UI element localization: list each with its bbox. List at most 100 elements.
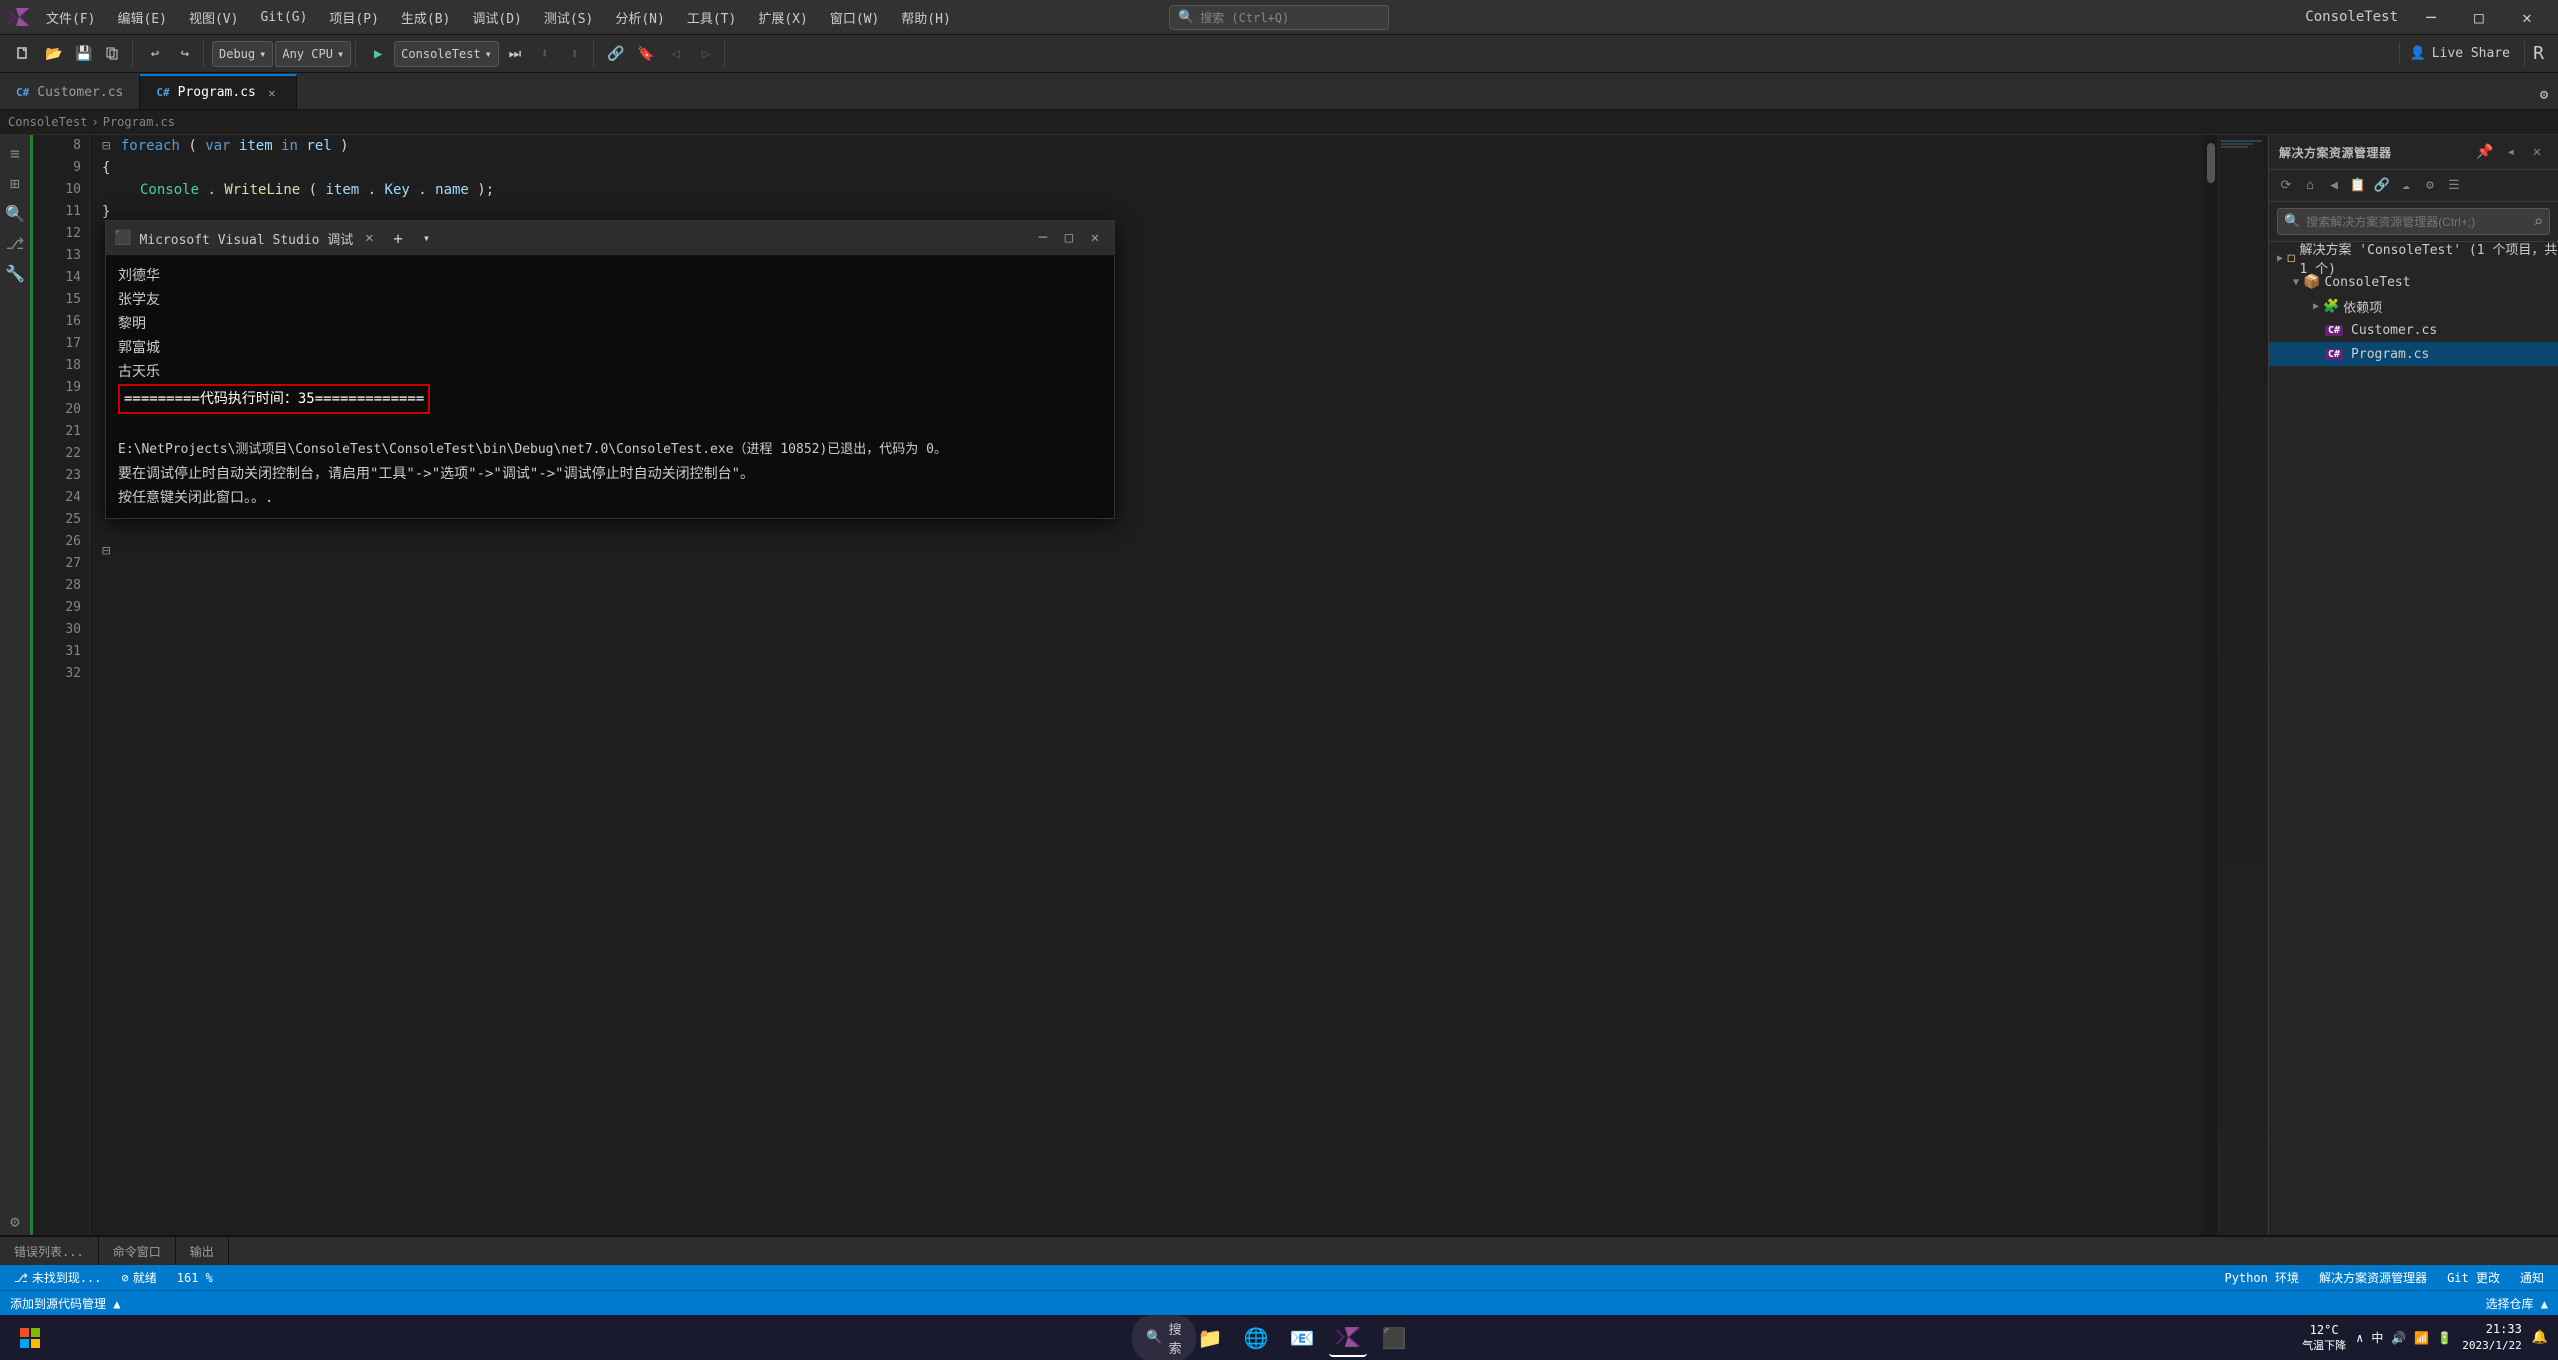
select-repo-label[interactable]: 选择仓库 ▲ <box>2486 1295 2548 1312</box>
rp-btn-3[interactable]: ◀ <box>2323 175 2345 197</box>
file-customer-cs-item[interactable]: C# Customer.cs <box>2269 318 2558 342</box>
title-search-box[interactable]: 🔍 搜索 (Ctrl+Q) <box>1169 5 1389 30</box>
status-git-changes-item[interactable]: Git 更改 <box>2443 1269 2504 1286</box>
add-source-label[interactable]: 添加到源代码管理 ▲ <box>10 1295 120 1312</box>
status-zoom-item[interactable]: 161 % <box>173 1271 217 1285</box>
status-solution-explorer-item[interactable]: 解决方案资源管理器 <box>2315 1269 2431 1286</box>
taskbar-browser-icon[interactable]: 🌐 <box>1237 1319 1275 1357</box>
rp-btn-2[interactable]: ⌂ <box>2299 175 2321 197</box>
maximize-button[interactable]: □ <box>2456 0 2502 35</box>
toolbar-bookmark-btn[interactable]: 🔖 <box>632 40 660 68</box>
terminal-maximize-button[interactable]: □ <box>1058 227 1080 249</box>
menu-git[interactable]: Git(G) <box>250 6 317 29</box>
terminal-line-3: 黎明 <box>118 312 1102 336</box>
tray-icon-5[interactable]: 🔋 <box>2437 1331 2452 1345</box>
run-target-dropdown[interactable]: ConsoleTest ▾ <box>394 41 499 67</box>
panel-arrow-button[interactable]: ◂ <box>2500 141 2522 163</box>
sidebar-icon-1[interactable]: ≡ <box>1 139 29 167</box>
tray-icon-2[interactable]: 中 <box>2371 1329 2383 1346</box>
solution-search-input[interactable] <box>2306 215 2527 229</box>
file-program-cs-item[interactable]: C# Program.cs <box>2269 342 2558 366</box>
tab-customer-cs[interactable]: C# Customer.cs <box>0 74 140 109</box>
menu-extensions[interactable]: 扩展(X) <box>748 4 817 31</box>
rp-btn-4[interactable]: 📋 <box>2347 175 2369 197</box>
status-git-item[interactable]: ⎇ 未找到现... <box>10 1269 106 1286</box>
menu-view[interactable]: 视图(V) <box>179 4 248 31</box>
menu-tools[interactable]: 工具(T) <box>677 4 746 31</box>
bottom-tab-errors[interactable]: 错误列表... <box>0 1236 99 1266</box>
panel-close-button[interactable]: ✕ <box>2526 141 2548 163</box>
menu-file[interactable]: 文件(F) <box>36 4 105 31</box>
tray-icon-3[interactable]: 🔊 <box>2391 1331 2406 1345</box>
terminal-add-button[interactable]: + <box>385 229 411 248</box>
status-errors-item[interactable]: ⊘ 就绪 <box>118 1269 161 1286</box>
menu-debug[interactable]: 调试(D) <box>462 4 531 31</box>
panel-pin-button[interactable]: 📌 <box>2474 141 2496 163</box>
menu-build[interactable]: 生成(B) <box>391 4 460 31</box>
terminal-close-button[interactable]: ✕ <box>1084 227 1106 249</box>
code-editor[interactable]: ⊟ foreach ( var item in rel ) { Console … <box>90 135 2204 1235</box>
rp-btn-5[interactable]: 🔗 <box>2371 175 2393 197</box>
scrollbar-thumb[interactable] <box>2207 143 2215 183</box>
toolbar-account-btn[interactable]: R <box>2524 40 2552 68</box>
tray-icon-4[interactable]: 📶 <box>2414 1331 2429 1345</box>
rp-btn-7[interactable]: ⚙ <box>2419 175 2441 197</box>
activity-bar: ≡ ⊞ 🔍 ⎇ 🔧 ⚙ <box>0 135 30 1235</box>
taskbar-files-icon[interactable]: 📁 <box>1191 1319 1229 1357</box>
taskbar-mail-icon[interactable]: 📧 <box>1283 1319 1321 1357</box>
tab-close-button[interactable]: ✕ <box>264 85 280 101</box>
code-line-22: ⊟ <box>90 540 2204 562</box>
toolbar-undo-btn[interactable]: ↩ <box>141 40 169 68</box>
menu-test[interactable]: 测试(S) <box>534 4 603 31</box>
platform-dropdown[interactable]: Any CPU ▾ <box>275 41 351 67</box>
close-button[interactable]: ✕ <box>2504 0 2550 35</box>
fold-icon-2[interactable]: ⊟ <box>102 543 110 559</box>
fold-icon[interactable]: ⊟ <box>102 138 110 154</box>
taskbar-terminal-icon[interactable]: ⬛ <box>1375 1319 1413 1357</box>
taskbar-vs-icon[interactable] <box>1329 1319 1367 1357</box>
rp-btn-6[interactable]: ☁ <box>2395 175 2417 197</box>
taskbar-search-icon[interactable]: 🔍 搜索 <box>1145 1319 1183 1357</box>
notification-icon[interactable]: 🔔 <box>2532 1330 2548 1345</box>
minimize-button[interactable]: ─ <box>2408 0 2454 35</box>
toolbar-attach-btn[interactable]: 🔗 <box>602 40 630 68</box>
solution-root-item[interactable]: ▶ ◻ 解决方案 'ConsoleTest' (1 个项目，共 1 个) <box>2269 246 2558 270</box>
toolbar-redo-btn[interactable]: ↪ <box>171 40 199 68</box>
menu-edit[interactable]: 编辑(E) <box>107 4 176 31</box>
editor-scrollbar[interactable] <box>2204 135 2218 1235</box>
rp-btn-1[interactable]: ⟳ <box>2275 175 2297 197</box>
sidebar-icon-4[interactable]: ⎇ <box>1 229 29 257</box>
sidebar-icon-3[interactable]: 🔍 <box>1 199 29 227</box>
live-share-button[interactable]: 👤 Live Share <box>2399 42 2520 65</box>
dependencies-item[interactable]: ▶ 🧩 依赖项 <box>2269 294 2558 318</box>
solution-search-box[interactable]: 🔍 ⌕ <box>2277 208 2550 235</box>
menu-analyze[interactable]: 分析(N) <box>605 4 674 31</box>
sidebar-icon-5[interactable]: 🔧 <box>1 259 29 287</box>
bottom-tab-output[interactable]: 输出 <box>176 1236 229 1266</box>
status-notifications-item[interactable]: 通知 <box>2516 1269 2548 1286</box>
menu-project[interactable]: 项目(P) <box>319 4 388 31</box>
toolbar-new-btn[interactable] <box>10 40 38 68</box>
rp-btn-8[interactable]: ☰ <box>2443 175 2465 197</box>
tab-program-cs[interactable]: C# Program.cs ✕ <box>140 74 297 109</box>
status-python-item[interactable]: Python 环境 <box>2220 1269 2303 1286</box>
bottom-tab-command[interactable]: 命令窗口 <box>99 1236 176 1266</box>
sidebar-icon-2[interactable]: ⊞ <box>1 169 29 197</box>
run-btn[interactable]: ▶ <box>364 40 392 68</box>
terminal-dropdown-button[interactable]: ▾ <box>419 231 434 245</box>
tray-icon-1[interactable]: ∧ <box>2356 1331 2363 1345</box>
toolbar-step-over-btn[interactable]: ⏭ <box>501 40 529 68</box>
menu-window[interactable]: 窗口(W) <box>820 4 889 31</box>
toolbar-open-btn[interactable]: 📂 <box>40 40 68 68</box>
tab-settings-btn[interactable]: ⚙ <box>2530 81 2558 109</box>
toolbar-saveall-btn[interactable] <box>100 40 128 68</box>
debug-config-dropdown[interactable]: Debug ▾ <box>212 41 273 67</box>
weather-display[interactable]: 12°C 气温下降 <box>2302 1323 2346 1353</box>
clock-display[interactable]: 21:33 2023/1/22 <box>2462 1321 2522 1353</box>
terminal-minimize-button[interactable]: ─ <box>1032 227 1054 249</box>
menu-help[interactable]: 帮助(H) <box>891 4 960 31</box>
toolbar-save-btn[interactable]: 💾 <box>70 40 98 68</box>
terminal-close-icon[interactable]: ✕ <box>361 230 377 246</box>
sidebar-icon-bottom[interactable]: ⚙ <box>1 1207 29 1235</box>
start-button[interactable] <box>10 1318 50 1358</box>
